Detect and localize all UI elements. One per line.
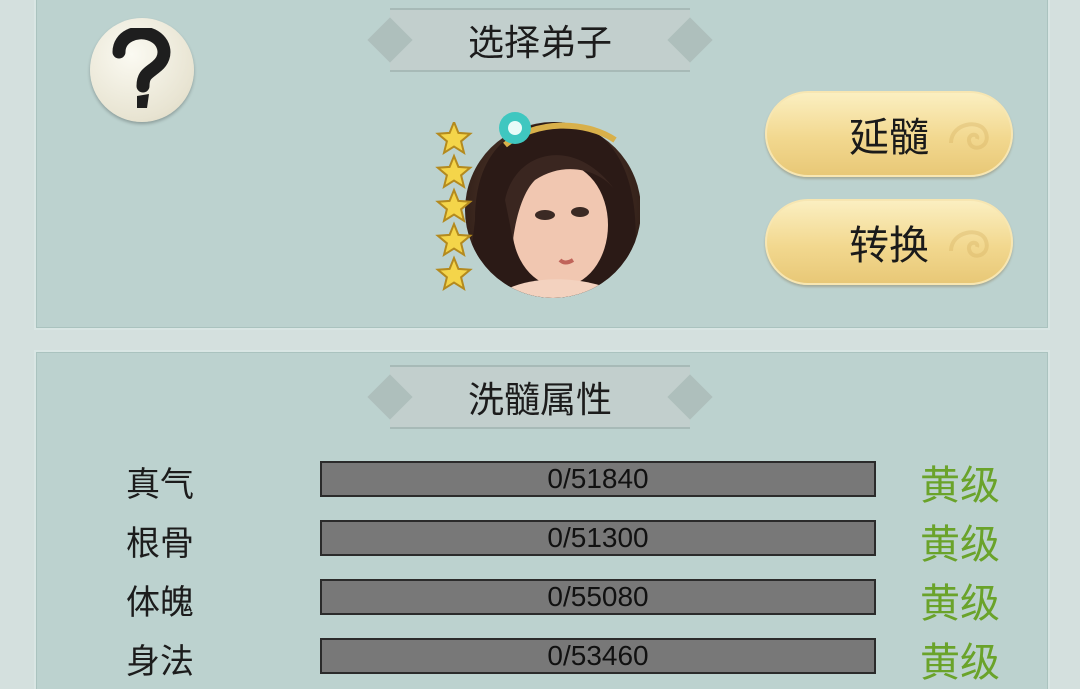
attribute-progress-bar: 0/51300	[320, 520, 876, 556]
star-icon	[435, 221, 473, 257]
attribute-row-zhenqi: 真气 0/51840 黄级	[0, 453, 1080, 509]
star-icon	[435, 122, 473, 155]
convert-label: 转换	[849, 223, 929, 269]
attribute-progress-bar: 0/53460	[320, 638, 876, 674]
attribute-label: 根骨	[126, 524, 194, 564]
extend-label: 延髓	[849, 115, 929, 161]
cloud-swirl-icon	[949, 122, 989, 150]
attribute-row-shenfa: 身法 0/53460 黄级	[0, 630, 1080, 686]
star-icon	[435, 187, 473, 223]
attributes-banner: 洗髓属性	[390, 365, 690, 429]
attributes-title: 洗髓属性	[467, 380, 612, 421]
attribute-grade: 黄级	[920, 522, 1000, 568]
attribute-label: 真气	[126, 465, 194, 505]
star-icon	[435, 255, 473, 291]
attribute-row-gengu: 根骨 0/51300 黄级	[0, 512, 1080, 568]
extend-button[interactable]: 延髓	[765, 91, 1013, 177]
attribute-grade: 黄级	[920, 463, 1000, 509]
attribute-progress-bar: 0/51840	[320, 461, 876, 497]
attribute-value: 0/53460	[547, 640, 649, 671]
help-button[interactable]	[90, 18, 194, 122]
attribute-value: 0/51840	[547, 463, 649, 494]
disciple-portrait[interactable]	[465, 100, 640, 308]
attribute-progress-bar: 0/55080	[320, 579, 876, 615]
attribute-row-tipo: 体魄 0/55080 黄级	[0, 571, 1080, 627]
convert-button[interactable]: 转换	[765, 199, 1013, 285]
attribute-grade: 黄级	[920, 640, 1000, 686]
attribute-value: 0/55080	[547, 581, 649, 612]
attribute-label: 身法	[126, 642, 194, 682]
star-icon	[435, 153, 473, 189]
attribute-grade: 黄级	[920, 581, 1000, 627]
page-title: 选择弟子	[467, 23, 612, 64]
attribute-value: 0/51300	[547, 522, 649, 553]
title-banner: 选择弟子	[390, 8, 690, 72]
attribute-label: 体魄	[126, 583, 194, 623]
cloud-swirl-icon	[949, 230, 989, 258]
rating-stars	[435, 122, 473, 291]
question-mark-icon	[112, 28, 171, 108]
